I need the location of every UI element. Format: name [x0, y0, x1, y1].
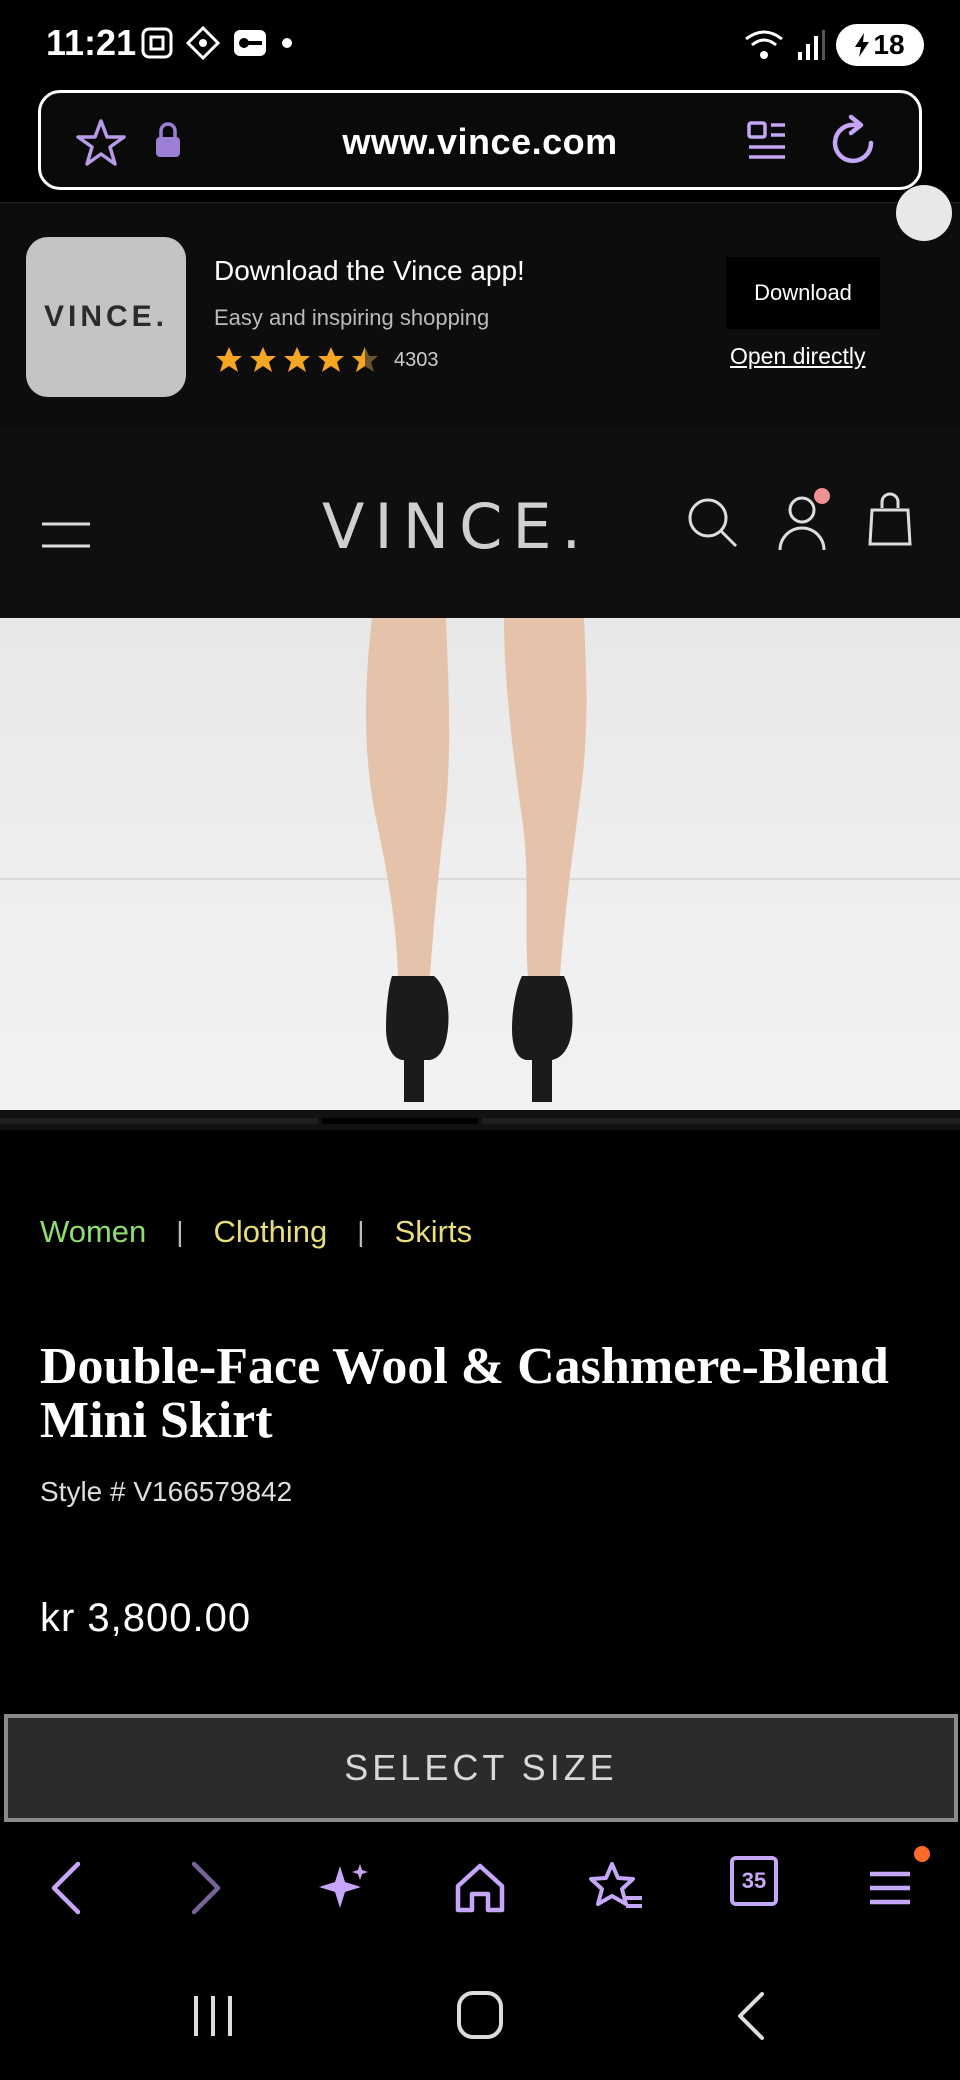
image-carousel-indicator[interactable]	[0, 1110, 960, 1130]
charging-icon	[855, 33, 870, 57]
site-header: VINCE.	[0, 428, 960, 618]
battery-level: 18	[873, 29, 905, 60]
browser-url-area: www.vince.com	[0, 88, 960, 202]
download-app-button[interactable]: Download	[726, 257, 880, 329]
app-icon: VINCE.	[26, 237, 186, 397]
product-title: Double-Face Wool & Cashmere-Blend Mini S…	[40, 1338, 889, 1449]
recent-apps-icon[interactable]	[192, 1994, 234, 2038]
wifi-6e-icon	[745, 30, 783, 59]
status-icons-left	[140, 26, 294, 60]
screenshot-icon	[141, 27, 173, 59]
back-nav-icon[interactable]	[732, 1990, 768, 2042]
carousel-segment-active[interactable]	[322, 1118, 478, 1124]
notification-dot	[814, 488, 830, 504]
ai-sparkle-icon[interactable]	[316, 1860, 372, 1916]
close-banner-button[interactable]	[896, 185, 952, 241]
breadcrumb-separator: |	[357, 1216, 365, 1247]
select-size-button[interactable]: SELECT SIZE	[4, 1714, 958, 1822]
status-time: 11:21	[46, 22, 137, 63]
dot-icon	[282, 38, 292, 48]
rating-count: 4303	[394, 348, 439, 371]
search-icon[interactable]	[684, 494, 740, 550]
breadcrumb-women[interactable]: Women	[40, 1214, 146, 1250]
browser-toolbar: 35	[0, 1826, 960, 1950]
open-directly-link[interactable]: Open directly	[730, 343, 866, 370]
model-legs-image	[365, 618, 587, 1102]
star-icon	[284, 347, 310, 372]
breadcrumb-skirts[interactable]: Skirts	[395, 1214, 473, 1250]
site-logo[interactable]: VINCE.	[322, 490, 591, 563]
shopping-bag-icon[interactable]	[866, 492, 914, 548]
back-arrow-icon[interactable]	[46, 1860, 86, 1916]
reader-mode-icon[interactable]	[745, 117, 789, 165]
app-banner-subtitle: Easy and inspiring shopping	[214, 305, 490, 330]
menu-notification-dot	[914, 1846, 930, 1862]
half-star-icon	[352, 347, 378, 372]
signal-icon	[798, 30, 825, 60]
forward-arrow-icon[interactable]	[186, 1860, 226, 1916]
carousel-segment[interactable]	[482, 1118, 960, 1124]
hamburger-menu-icon[interactable]	[40, 518, 92, 552]
product-price: kr 3,800.00	[40, 1596, 252, 1640]
app-download-banner: VINCE. Download the Vince app! Easy and …	[0, 185, 960, 428]
app-icon-text: VINCE.	[43, 300, 169, 333]
reload-icon[interactable]	[825, 113, 881, 169]
home-icon[interactable]	[452, 1860, 508, 1916]
app-banner-title: Download the Vince app!	[214, 255, 525, 286]
app-rating: 4303	[214, 345, 439, 375]
star-icon	[318, 347, 344, 372]
browser-menu-icon[interactable]	[866, 1860, 914, 1916]
status-icons-right: 18	[742, 24, 924, 66]
diamond-icon	[186, 26, 220, 60]
home-nav-icon[interactable]	[456, 1990, 504, 2040]
carousel-segment[interactable]	[0, 1118, 318, 1124]
battery-indicator: 18	[836, 24, 924, 66]
star-icon	[250, 347, 276, 372]
breadcrumb-separator: |	[176, 1216, 184, 1247]
status-bar: 11:21 18	[0, 0, 960, 88]
system-nav-bar	[0, 1950, 960, 2080]
key-icon	[234, 30, 266, 56]
url-bar[interactable]: www.vince.com	[38, 90, 922, 190]
bookmarks-icon[interactable]	[586, 1860, 646, 1916]
breadcrumb-clothing[interactable]: Clothing	[214, 1214, 328, 1250]
star-icon	[216, 347, 242, 372]
product-image[interactable]	[0, 618, 960, 1110]
product-style-number: Style # V166579842	[40, 1476, 293, 1507]
breadcrumb: Women | Clothing | Skirts	[40, 1214, 472, 1250]
tabs-button[interactable]: 35	[730, 1856, 778, 1906]
